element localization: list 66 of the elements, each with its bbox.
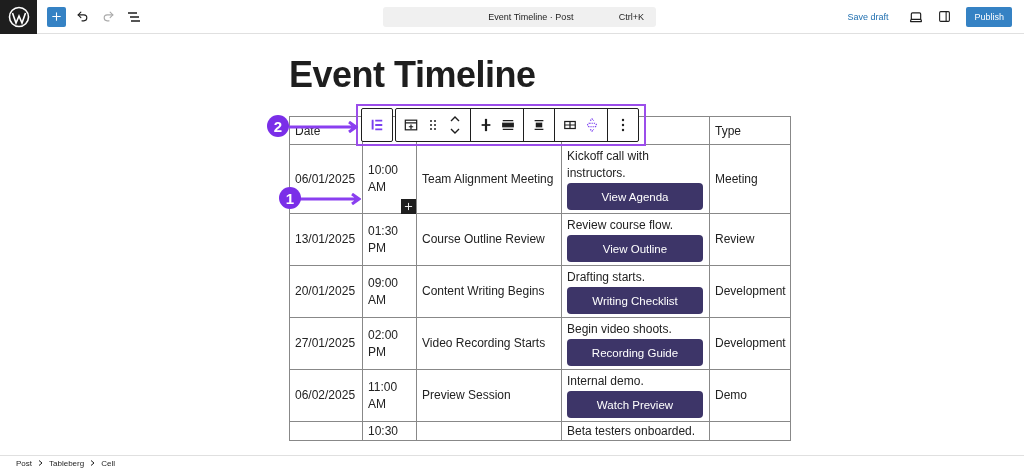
note-text: Begin video shoots. xyxy=(567,321,673,338)
time-text: 02:00 PM xyxy=(368,327,399,359)
cell-link-button[interactable]: Watch Preview xyxy=(567,391,703,418)
chevron-icon xyxy=(38,460,43,466)
breadcrumb-link[interactable]: Cell xyxy=(101,458,115,468)
type-text: Demo xyxy=(715,388,747,402)
save-draft-link[interactable]: Save draft xyxy=(847,7,889,26)
cell-link-button[interactable]: Recording Guide xyxy=(567,339,703,366)
post-title[interactable]: Event Timeline xyxy=(289,53,1024,97)
list-view-icon xyxy=(127,10,141,23)
note-text: Drafting starts. xyxy=(567,269,647,286)
align-stretch-icon xyxy=(501,118,515,132)
resize-span-icon xyxy=(585,118,599,132)
event-text: Course Outline Review xyxy=(422,232,545,246)
chevron-icon xyxy=(90,460,96,466)
more-options-icon xyxy=(621,118,625,132)
type-text: Development xyxy=(715,284,786,298)
column-header: Type xyxy=(715,123,741,138)
cell-link-button[interactable]: View Agenda xyxy=(567,183,703,210)
event-text: Preview Session xyxy=(422,388,511,402)
plus-icon xyxy=(50,10,63,23)
move-up-down-icon xyxy=(449,115,461,135)
time-text: 09:00 AM xyxy=(368,275,399,307)
sidebar-icon xyxy=(937,10,951,23)
date-text: 06/02/2025 xyxy=(295,388,356,402)
note-text: Kickoff call with instructors. xyxy=(567,148,650,182)
laptop-icon xyxy=(909,9,924,24)
redo-icon xyxy=(101,10,115,23)
breadcrumb-link[interactable]: Tableberg xyxy=(49,458,85,468)
breadcrumb-link[interactable]: Post xyxy=(16,458,32,468)
grid-icon xyxy=(563,118,577,132)
step-number: 2 xyxy=(267,115,289,137)
time-text: 01:30 PM xyxy=(368,223,399,255)
date-text: 27/01/2025 xyxy=(295,336,356,350)
type-text: Review xyxy=(715,232,755,246)
pointer-arrow xyxy=(289,121,358,133)
note-text: Beta testers onboarded. xyxy=(567,423,697,440)
table-rows-icon xyxy=(370,118,384,132)
plus-icon xyxy=(403,201,414,212)
type-text: Development xyxy=(715,336,786,350)
cell-link-button[interactable]: Writing Checklist xyxy=(567,287,703,314)
date-text: 13/01/2025 xyxy=(295,232,356,246)
publish-button[interactable]: Publish xyxy=(966,6,1012,27)
align-middle-icon xyxy=(479,118,493,132)
time-text: 10:00 AM xyxy=(368,163,399,194)
note-text: Review course flow. xyxy=(567,217,675,234)
insert-button[interactable] xyxy=(401,199,416,214)
table-insert-icon xyxy=(404,118,418,132)
event-text: Team Alignment Meeting xyxy=(422,171,554,186)
event-text: Content Writing Begins xyxy=(422,284,545,298)
time-text: 11:00 AM xyxy=(368,379,398,411)
date-text: 20/01/2025 xyxy=(295,284,356,298)
add-block-button[interactable] xyxy=(47,6,66,27)
type-text: Meeting xyxy=(715,171,758,186)
undo-icon xyxy=(75,10,89,23)
time-text: 10:30 xyxy=(368,424,399,438)
date-text: 06/01/2025 xyxy=(295,171,356,186)
drag-handle-icon xyxy=(429,119,437,131)
align-box-icon xyxy=(532,118,546,132)
step-number: 1 xyxy=(279,187,301,209)
logo[interactable] xyxy=(0,0,37,34)
cell-link-button[interactable]: View Outline xyxy=(567,235,703,262)
command-bar[interactable]: Event Timeline · Post Ctrl+K xyxy=(383,6,656,27)
event-text: Video Recording Starts xyxy=(422,336,546,350)
pointer-arrow xyxy=(300,193,361,205)
note-text: Internal demo. xyxy=(567,373,645,390)
